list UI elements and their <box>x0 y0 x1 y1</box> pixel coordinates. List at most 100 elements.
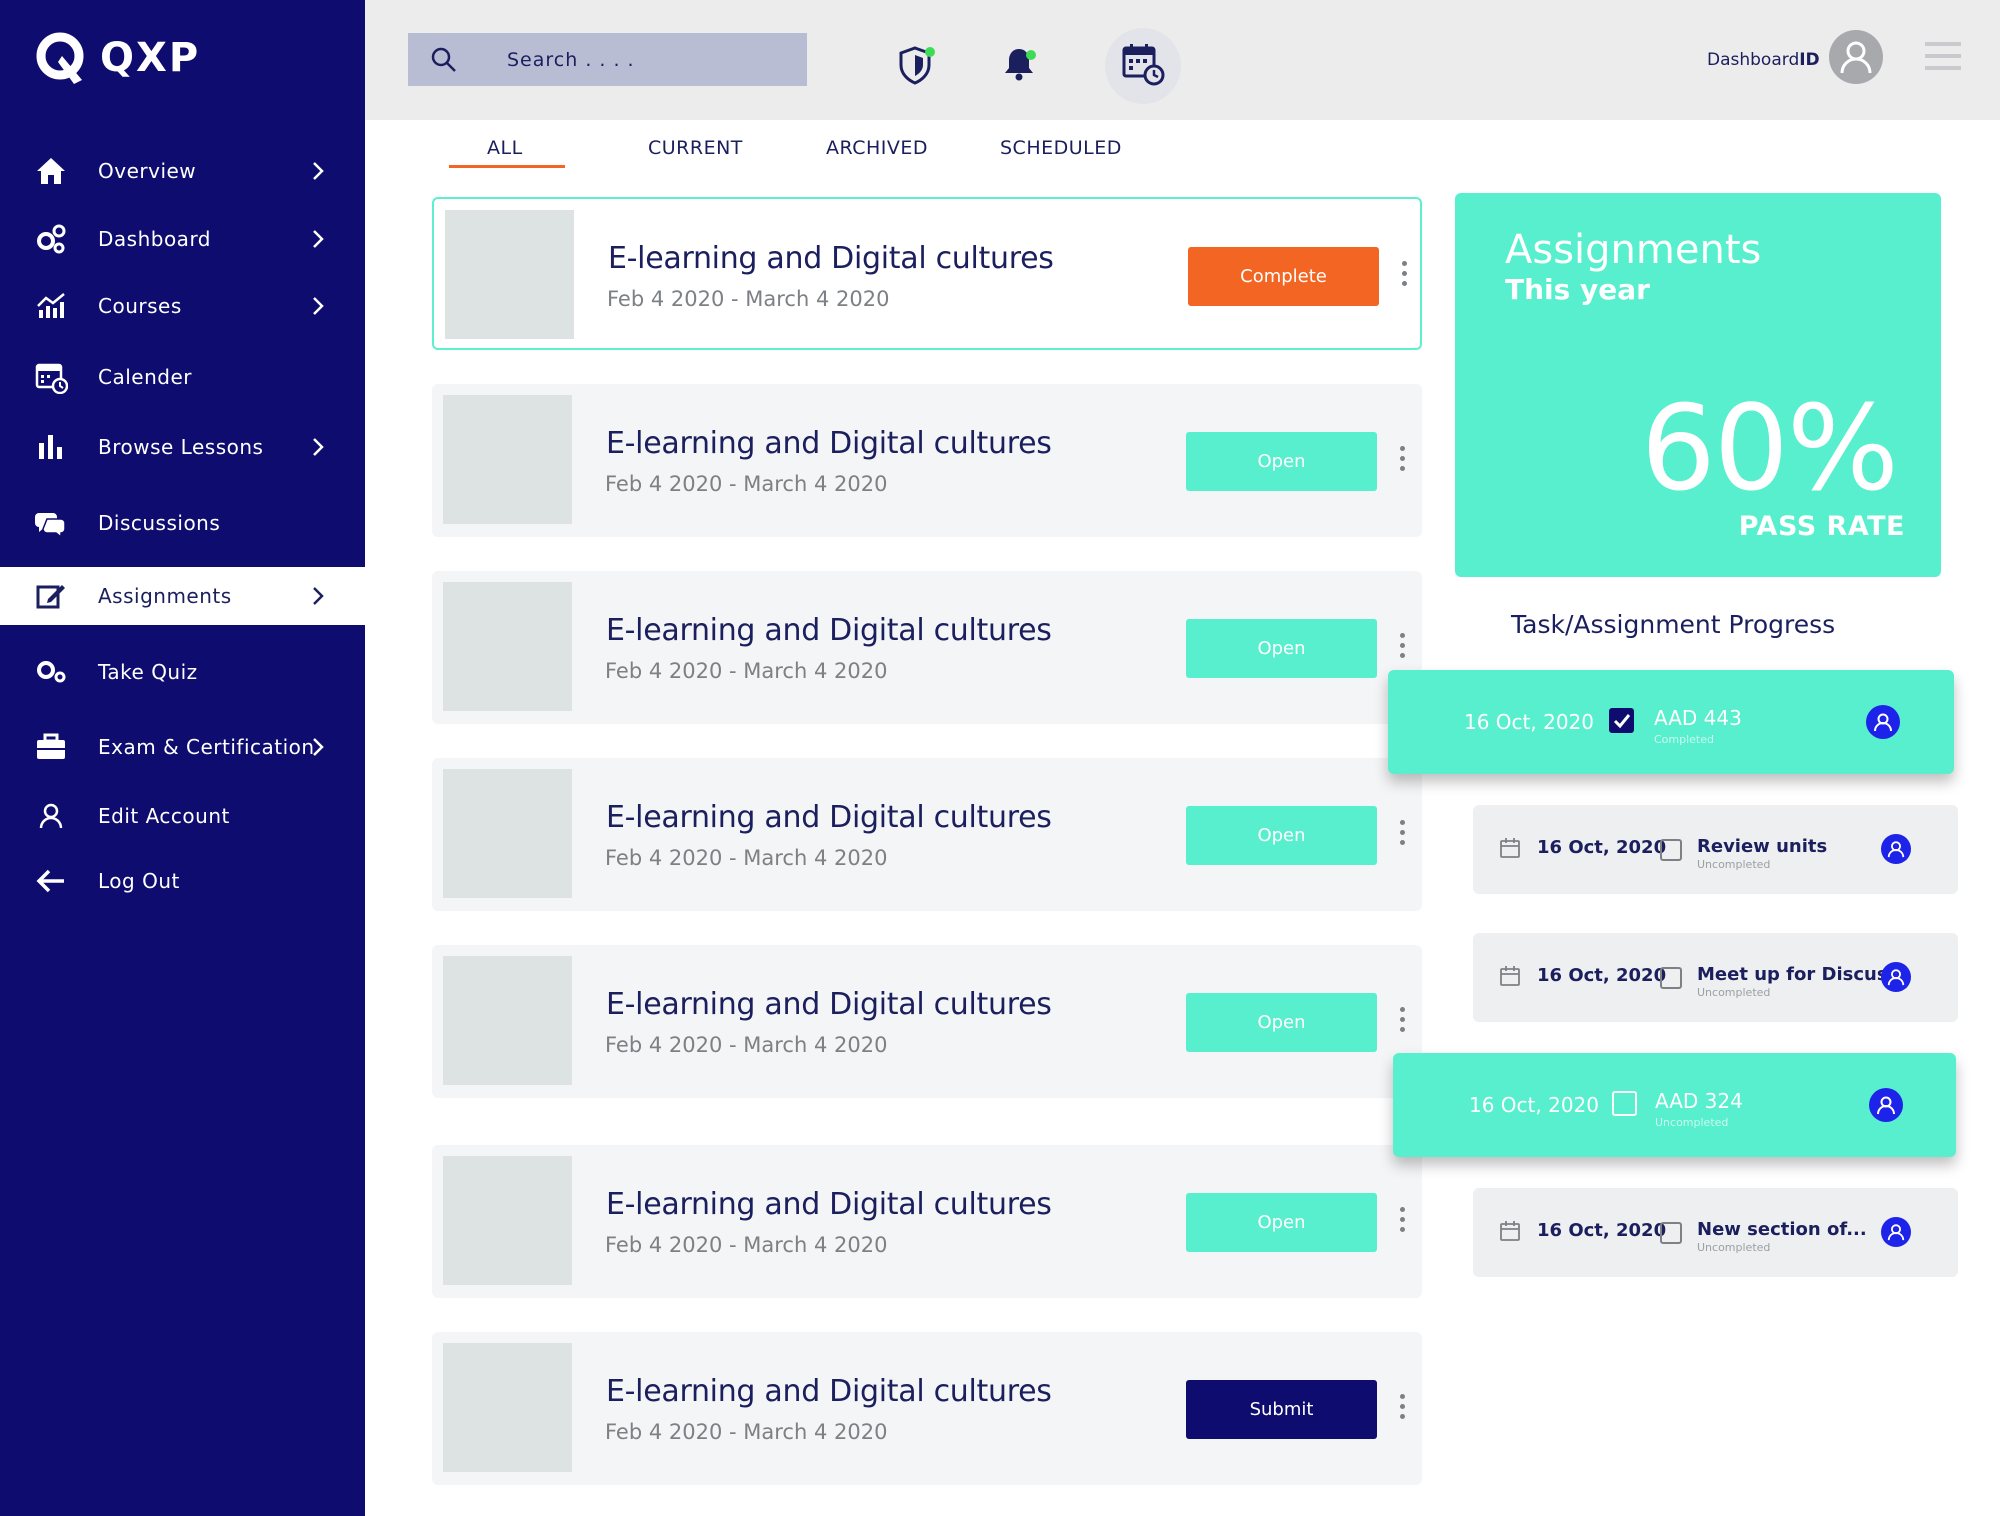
course-card[interactable]: E-learning and Digital cultures Feb 4 20… <box>432 758 1422 911</box>
course-card[interactable]: E-learning and Digital cultures Feb 4 20… <box>432 197 1422 350</box>
open-button[interactable]: Open <box>1186 432 1377 491</box>
course-card[interactable]: E-learning and Digital cultures Feb 4 20… <box>432 1145 1422 1298</box>
open-button[interactable]: Open <box>1186 619 1377 678</box>
more-options-icon[interactable] <box>1398 820 1406 845</box>
course-card[interactable]: E-learning and Digital cultures Feb 4 20… <box>432 384 1422 537</box>
check-icon <box>1613 713 1630 728</box>
course-thumbnail <box>443 582 572 711</box>
active-tab-indicator <box>449 165 565 168</box>
task-name: New section of... <box>1697 1219 1867 1240</box>
sidebar-item-label: Dashboard <box>98 227 212 251</box>
search-box[interactable]: Search . . . . <box>408 33 807 86</box>
task-date: 16 Oct, 2020 <box>1537 837 1667 858</box>
task-item[interactable]: 16 Oct, 2020 Review units Uncompleted <box>1473 805 1958 894</box>
avatar[interactable] <box>1829 30 1883 84</box>
task-date: 16 Oct, 2020 <box>1537 1220 1667 1241</box>
search-icon <box>430 46 458 78</box>
logo-q-icon <box>36 32 84 84</box>
sidebar-item-label: Discussions <box>98 511 221 535</box>
sidebar-item-exam-certification[interactable]: Exam & Certification <box>0 718 365 776</box>
sidebar-item-label: Exam & Certification <box>98 735 315 759</box>
task-status: Uncompleted <box>1655 1116 1729 1129</box>
search-input[interactable]: Search . . . . <box>507 49 635 71</box>
more-options-icon[interactable] <box>1398 446 1406 471</box>
sidebar-item-label: Calender <box>98 365 192 389</box>
chevron-right-icon <box>308 229 328 249</box>
sidebar-item-assignments[interactable]: Assignments <box>0 567 365 625</box>
open-button[interactable]: Open <box>1186 1193 1377 1252</box>
chevron-right-icon <box>308 296 328 316</box>
sidebar-item-dashboard[interactable]: Dashboard <box>0 210 365 268</box>
task-checkbox[interactable] <box>1609 708 1634 733</box>
submit-button[interactable]: Submit <box>1186 1380 1377 1439</box>
task-item[interactable]: 16 Oct, 2020 AAD 443 Completed <box>1388 670 1954 774</box>
hamburger-menu-icon[interactable] <box>1925 42 1961 78</box>
shield-icon[interactable] <box>897 45 935 85</box>
progress-section-title: Task/Assignment Progress <box>1511 610 1836 639</box>
user-icon <box>1887 1224 1905 1241</box>
sidebar-item-calender[interactable]: Calender <box>0 348 365 406</box>
more-options-icon[interactable] <box>1398 1207 1406 1232</box>
tab-current[interactable]: CURRENT <box>648 137 743 159</box>
gears-icon <box>34 222 68 256</box>
task-status: Uncompleted <box>1697 1241 1771 1254</box>
task-date: 16 Oct, 2020 <box>1537 965 1667 986</box>
sidebar-item-discussions[interactable]: Discussions <box>0 494 365 552</box>
course-dates: Feb 4 2020 - March 4 2020 <box>607 287 890 311</box>
tab-all[interactable]: ALL <box>487 137 523 159</box>
task-avatar[interactable] <box>1869 1088 1903 1122</box>
course-dates: Feb 4 2020 - March 4 2020 <box>605 1233 888 1257</box>
calendar-clock-icon <box>1121 42 1165 90</box>
sidebar-item-label: Assignments <box>98 584 232 608</box>
sidebar-item-log-out[interactable]: Log Out <box>0 852 365 910</box>
course-thumbnail <box>443 1156 572 1285</box>
bell-icon[interactable] <box>1002 46 1036 82</box>
task-checkbox[interactable] <box>1660 1222 1682 1244</box>
user-icon <box>1887 841 1905 858</box>
chevron-right-icon <box>308 586 328 606</box>
task-checkbox[interactable] <box>1660 967 1682 989</box>
sidebar-item-take-quiz[interactable]: Take Quiz <box>0 643 365 701</box>
briefcase-icon <box>34 730 68 764</box>
tab-scheduled[interactable]: SCHEDULED <box>1000 137 1122 159</box>
user-icon <box>1887 969 1905 986</box>
more-options-icon[interactable] <box>1398 1394 1406 1419</box>
course-card[interactable]: E-learning and Digital cultures Feb 4 20… <box>432 571 1422 724</box>
task-avatar[interactable] <box>1881 1217 1911 1247</box>
tab-archived[interactable]: ARCHIVED <box>826 137 928 159</box>
sidebar-item-label: Edit Account <box>98 804 230 828</box>
sidebar: QXP Overview Dashboard Courses Calender <box>0 0 365 1516</box>
task-avatar[interactable] <box>1881 962 1911 992</box>
task-status: Uncompleted <box>1697 858 1771 871</box>
top-header: Search . . . . DashboardID <box>365 0 2000 120</box>
task-item[interactable]: 16 Oct, 2020 New section of... Uncomplet… <box>1473 1188 1958 1277</box>
course-thumbnail <box>445 210 574 339</box>
pass-rate-value: 60% <box>1640 379 1899 517</box>
course-title: E-learning and Digital cultures <box>606 800 1052 835</box>
sidebar-item-edit-account[interactable]: Edit Account <box>0 787 365 845</box>
course-card[interactable]: E-learning and Digital cultures Feb 4 20… <box>432 945 1422 1098</box>
course-title: E-learning and Digital cultures <box>606 426 1052 461</box>
more-options-icon[interactable] <box>1400 261 1408 286</box>
course-card[interactable]: E-learning and Digital cultures Feb 4 20… <box>432 1332 1422 1485</box>
task-item[interactable]: 16 Oct, 2020 Meet up for Discuss. Uncomp… <box>1473 933 1958 1022</box>
more-options-icon[interactable] <box>1398 633 1406 658</box>
open-button[interactable]: Open <box>1186 806 1377 865</box>
more-options-icon[interactable] <box>1398 1007 1406 1032</box>
task-avatar[interactable] <box>1866 705 1900 739</box>
task-item[interactable]: 16 Oct, 2020 AAD 324 Uncompleted <box>1393 1053 1956 1157</box>
open-button[interactable]: Open <box>1186 993 1377 1052</box>
task-checkbox[interactable] <box>1612 1091 1637 1116</box>
complete-button[interactable]: Complete <box>1188 247 1379 306</box>
sidebar-item-browse-lessons[interactable]: Browse Lessons <box>0 418 365 476</box>
sidebar-item-overview[interactable]: Overview <box>0 142 365 200</box>
course-dates: Feb 4 2020 - March 4 2020 <box>605 659 888 683</box>
logo[interactable]: QXP <box>34 30 200 86</box>
sidebar-item-courses[interactable]: Courses <box>0 277 365 335</box>
gears-icon <box>34 655 68 689</box>
task-checkbox[interactable] <box>1660 839 1682 861</box>
task-avatar[interactable] <box>1881 834 1911 864</box>
arrow-left-icon <box>34 864 68 898</box>
sidebar-item-label: Take Quiz <box>98 660 198 684</box>
calendar-schedule-button[interactable] <box>1105 28 1181 104</box>
